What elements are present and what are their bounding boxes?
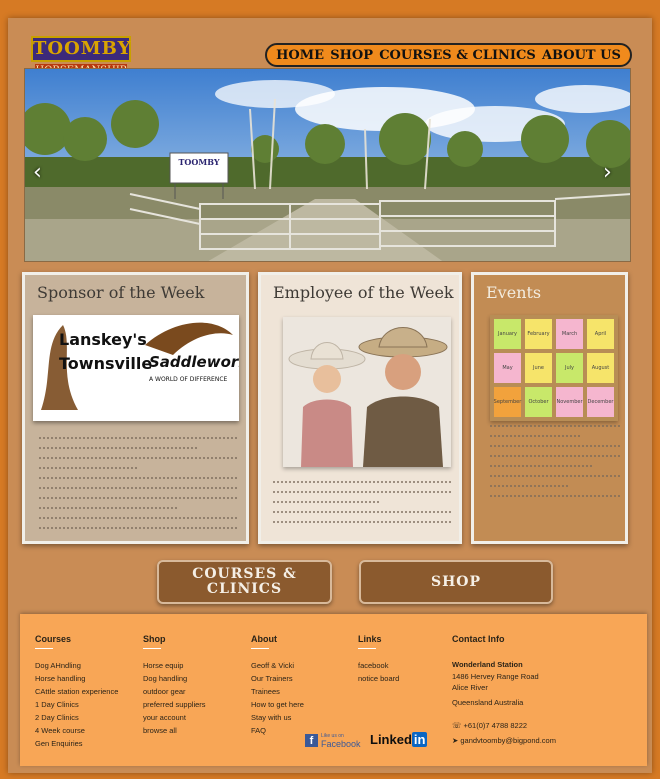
courses-clinics-button[interactable]: COURSES & CLINICS — [157, 560, 332, 604]
main-nav: HOME SHOP COURSES & CLINICS ABOUT US — [265, 43, 632, 67]
nav-home[interactable]: HOME — [276, 48, 324, 63]
footer-link[interactable]: Trainees — [251, 685, 304, 698]
contact-address-1: 1486 Hervey Range Road — [452, 671, 539, 681]
footer: Courses Dog AHndling Horse handling CAtt… — [20, 614, 647, 766]
facebook-icon: f — [305, 733, 318, 747]
facebook-button[interactable]: f Like us on Facebook — [305, 732, 361, 749]
contact-name: Wonderland Station — [452, 660, 523, 669]
hero-slideshow: TOOMBY — [24, 68, 631, 262]
employee-text — [273, 481, 451, 531]
footer-link[interactable]: outdoor gear — [143, 685, 206, 698]
nav-shop[interactable]: SHOP — [330, 48, 373, 63]
linkedin-icon: in — [411, 732, 428, 747]
contact-email[interactable]: gandvtoomby@bigpond.com — [460, 736, 556, 745]
phone-icon: ☏ — [452, 721, 464, 730]
employee-card: Employee of the Week — [258, 272, 462, 544]
footer-link[interactable]: 1 Day Clinics — [35, 698, 118, 711]
employee-photo[interactable] — [283, 317, 451, 467]
shop-button[interactable]: SHOP — [359, 560, 553, 604]
footer-link[interactable]: Gen Enquiries — [35, 737, 118, 750]
footer-link[interactable]: 4 Week course — [35, 724, 118, 737]
chevron-right-icon[interactable]: › — [603, 160, 612, 185]
contact-address-3: Queensland Australia — [452, 697, 524, 707]
sponsor-text — [39, 437, 237, 537]
footer-link[interactable]: your account — [143, 711, 206, 724]
nav-courses-clinics[interactable]: COURSES & CLINICS — [379, 48, 536, 63]
events-text — [490, 425, 620, 505]
footer-links: Links facebook notice board — [358, 634, 399, 685]
sticky-note-label: February — [527, 331, 549, 337]
sign-text: TOOMBY — [178, 157, 219, 167]
footer-courses-title: Courses — [35, 634, 72, 644]
footer-link[interactable]: 2 Day Clinics — [35, 711, 118, 724]
footer-link[interactable]: Horse equip — [143, 659, 206, 672]
facebook-label: Facebook — [321, 739, 361, 749]
nav-about-us[interactable]: ABOUT US — [542, 48, 621, 63]
footer-link[interactable]: notice board — [358, 672, 399, 685]
footer-contact-title: Contact Info — [452, 634, 505, 644]
sticky-note-label: October — [528, 399, 549, 405]
sticky-note-label: July — [564, 365, 574, 371]
footer-links-title: Links — [358, 634, 382, 644]
sponsor-brand-b: Townsville — [59, 354, 152, 373]
sticky-note-label: August — [592, 365, 610, 371]
events-card: Events January February March April May June J… — [471, 272, 628, 544]
footer-link[interactable]: browse all — [143, 724, 206, 737]
footer-link[interactable]: Geoff & Vicki — [251, 659, 304, 672]
footer-link[interactable]: How to get here — [251, 698, 304, 711]
footer-courses: Courses Dog AHndling Horse handling CAtt… — [35, 634, 118, 750]
footer-link[interactable]: Horse handling — [35, 672, 118, 685]
footer-contact: Contact Info Wonderland Station 1486 Her… — [452, 634, 556, 746]
saddleworld-logo: Lanskey's Townsville Saddleworld A WORLD… — [41, 322, 254, 410]
footer-shop-title: Shop — [143, 634, 166, 644]
footer-shop: Shop Horse equip Dog handling outdoor ge… — [143, 634, 206, 737]
sticky-notes: January February March April May June July Augu… — [494, 319, 615, 417]
contact-address-2: Alice River — [452, 683, 488, 692]
sponsor-logo[interactable]: Lanskey's Townsville Saddleworld A WORLD… — [33, 315, 254, 421]
footer-link[interactable]: facebook — [358, 659, 399, 672]
sticky-note-label: March — [562, 331, 577, 337]
footer-link[interactable]: Dog AHndling — [35, 659, 118, 672]
sponsor-card: Sponsor of the Week Lanskey's Townsville… — [22, 272, 254, 544]
contact-phone[interactable]: +61(0)7 4788 8222 — [463, 721, 527, 730]
sticky-note-label: December — [588, 399, 615, 405]
events-calendar-image[interactable]: January February March April May June July Augu… — [490, 315, 618, 421]
footer-link[interactable]: Dog handling — [143, 672, 206, 685]
sponsor-brand-d: A WORLD OF DIFFERENCE — [149, 376, 228, 383]
footer-link[interactable]: FAQ — [251, 724, 304, 737]
sticky-note-label: September — [494, 399, 523, 405]
footer-about: About Geoff & Vicki Our Trainers Trainee… — [251, 634, 304, 737]
footer-link[interactable]: CAttle station experience — [35, 685, 118, 698]
linkedin-label: Linked — [370, 732, 412, 747]
sponsor-title: Sponsor of the Week — [37, 283, 205, 302]
sticky-note-label: January — [497, 331, 517, 337]
sticky-note-label: April — [595, 331, 606, 337]
logo-wordmark: TOOMBY — [31, 36, 131, 62]
sticky-note-label: June — [532, 365, 544, 371]
sponsor-brand-c: Saddleworld — [149, 353, 239, 371]
footer-link[interactable]: Stay with us — [251, 711, 304, 724]
sticky-note-label: May — [502, 365, 512, 371]
sticky-note-label: November — [556, 399, 583, 405]
footer-link[interactable]: Our Trainers — [251, 672, 304, 685]
hero-image: TOOMBY — [25, 69, 630, 261]
footer-link[interactable]: preferred suppliers — [143, 698, 206, 711]
employee-photo-art — [283, 317, 451, 467]
footer-about-title: About — [251, 634, 277, 644]
linkedin-button[interactable]: Linked in — [370, 732, 428, 747]
chevron-left-icon[interactable]: ‹ — [33, 160, 42, 185]
sponsor-brand-a: Lanskey's — [59, 330, 147, 349]
events-title: Events — [486, 283, 542, 302]
employee-title: Employee of the Week — [273, 283, 454, 302]
